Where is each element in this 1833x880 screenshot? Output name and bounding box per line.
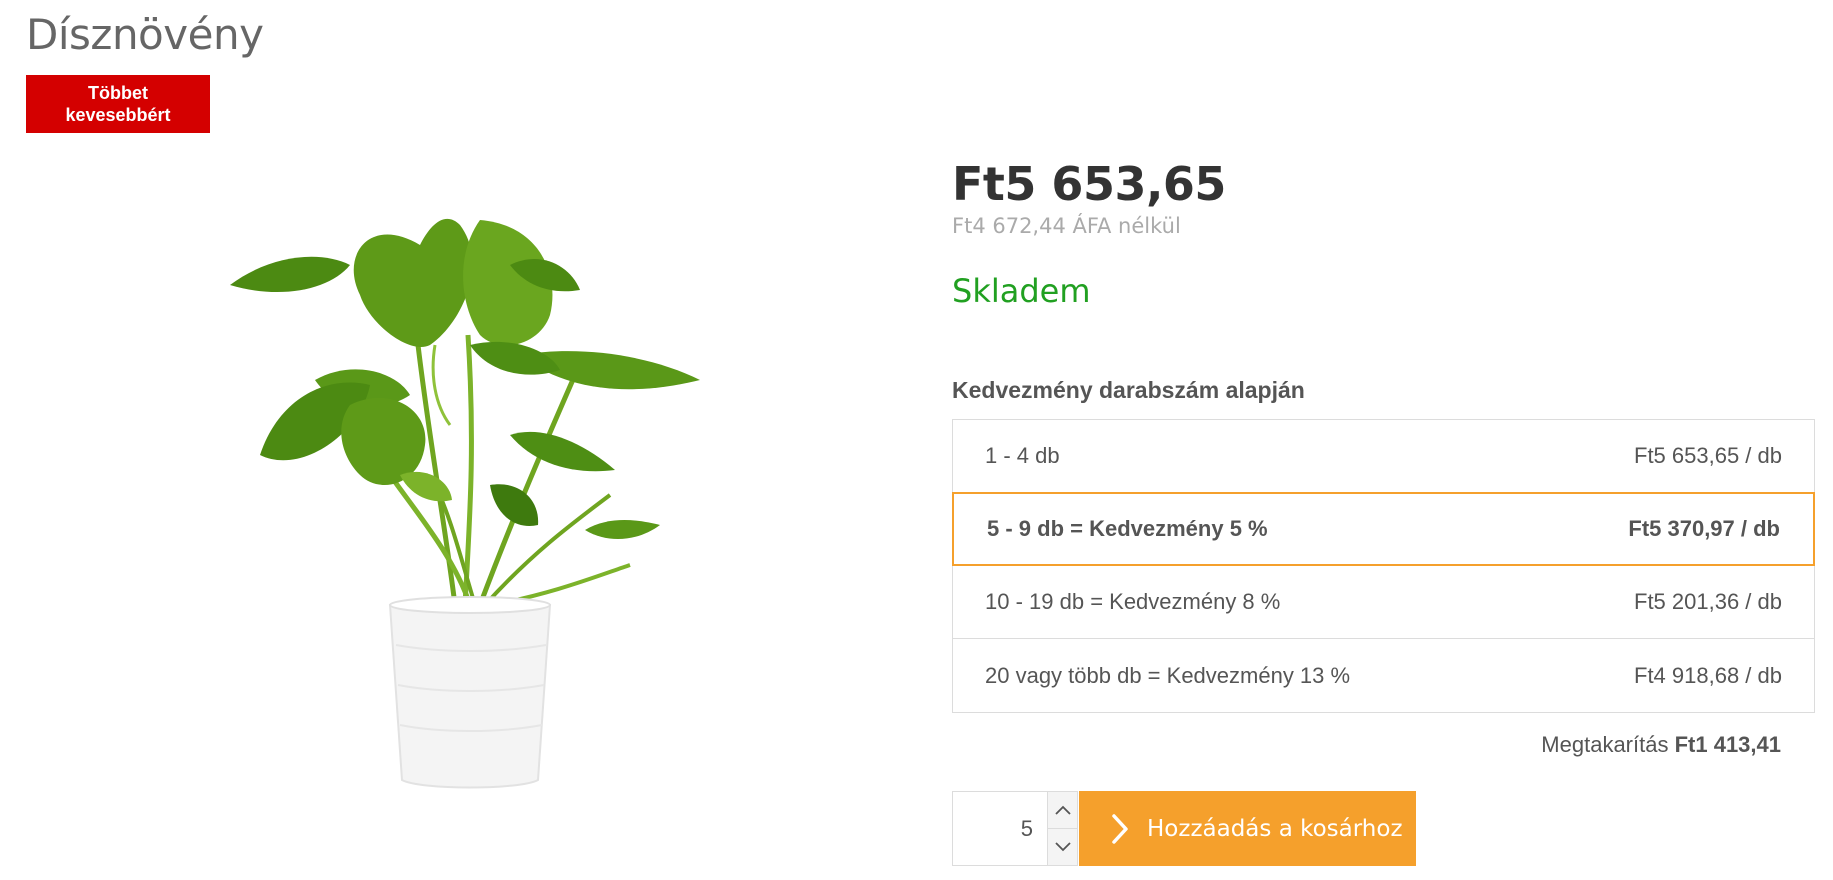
savings: Megtakarítás Ft1 413,41 <box>1541 732 1781 758</box>
discount-price: Ft5 370,97 / db <box>1628 516 1780 541</box>
page-title: Dísznövény <box>26 10 264 59</box>
product-image <box>230 218 700 789</box>
savings-label: Megtakarítás <box>1541 732 1669 757</box>
quantity-decrement-button[interactable] <box>1048 828 1077 865</box>
discount-range: 10 - 19 db = Kedvezmény 8 % <box>985 589 1281 614</box>
quantity-steppers <box>1047 792 1077 865</box>
quantity-input[interactable] <box>953 792 1047 865</box>
discount-row-5-9[interactable]: 5 - 9 db = Kedvezmény 5 % Ft5 370,97 / d… <box>952 492 1815 566</box>
discount-range: 5 - 9 db = Kedvezmény 5 % <box>987 516 1268 541</box>
discount-row-10-19[interactable]: 10 - 19 db = Kedvezmény 8 % Ft5 201,36 /… <box>953 566 1814 639</box>
discount-heading: Kedvezmény darabszám alapján <box>952 377 1305 403</box>
add-to-cart-label: Hozzáadás a kosárhoz <box>1147 815 1403 842</box>
savings-value: Ft1 413,41 <box>1674 732 1781 757</box>
chevron-down-icon <box>1054 842 1071 852</box>
product-price-net: Ft4 672,44 ÁFA nélkül <box>952 214 1181 238</box>
chevron-up-icon <box>1054 805 1071 815</box>
promo-badge: Többet kevesebbért <box>26 75 210 133</box>
plant-pot <box>388 596 552 789</box>
quantity-stepper <box>952 791 1078 866</box>
stock-status: Skladem <box>952 272 1091 310</box>
quantity-increment-button[interactable] <box>1048 792 1077 828</box>
discount-row-20-plus[interactable]: 20 vagy több db = Kedvezmény 13 % Ft4 91… <box>953 639 1814 712</box>
discount-price: Ft5 653,65 / db <box>1634 443 1782 468</box>
discount-table: 1 - 4 db Ft5 653,65 / db 5 - 9 db = Kedv… <box>952 419 1815 713</box>
discount-price: Ft4 918,68 / db <box>1634 662 1782 688</box>
discount-price: Ft5 201,36 / db <box>1634 589 1782 614</box>
discount-range: 1 - 4 db <box>985 443 1060 468</box>
plant-leaves <box>230 218 700 607</box>
discount-range: 20 vagy több db = Kedvezmény 13 % <box>985 662 1351 688</box>
discount-row-1-4[interactable]: 1 - 4 db Ft5 653,65 / db <box>953 420 1814 493</box>
add-to-cart-button[interactable]: Hozzáadás a kosárhoz <box>1079 791 1416 866</box>
chevron-right-icon <box>1111 813 1129 845</box>
product-price: Ft5 653,65 <box>952 157 1226 211</box>
